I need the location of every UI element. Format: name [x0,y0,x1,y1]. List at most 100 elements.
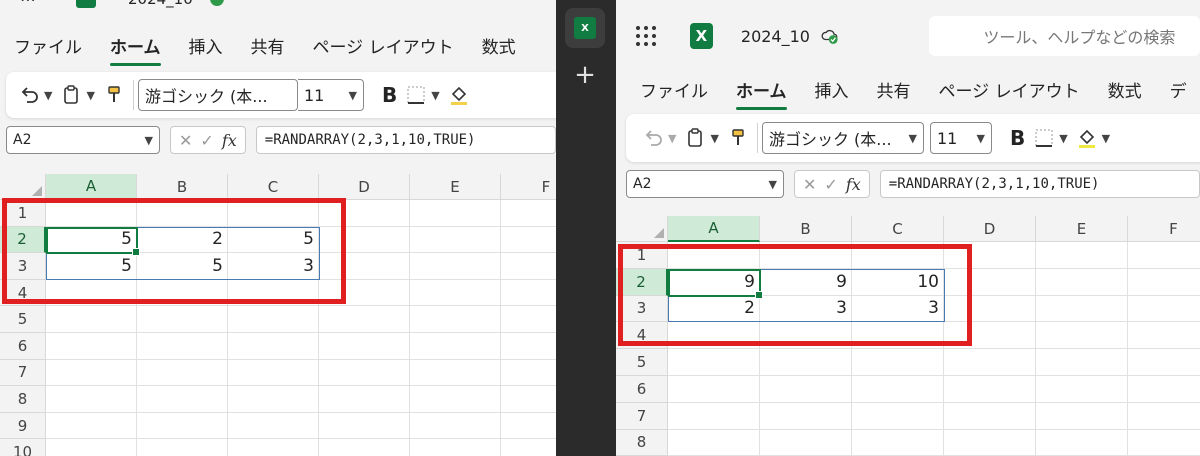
tab-1[interactable]: ホーム [722,77,801,110]
cell-a6[interactable] [668,376,760,403]
cell-d2[interactable] [944,268,1036,296]
left-font-name-select[interactable]: 游ゴシック (本... [137,79,298,111]
cell-c8[interactable] [228,386,319,413]
cancel-icon[interactable]: ✕ [803,175,816,194]
cell-d8[interactable] [944,429,1036,456]
row-header-7[interactable]: 7 [616,402,668,430]
cell-c9[interactable] [228,412,319,440]
cell-d7[interactable] [319,359,410,387]
right-font-size-select[interactable]: 11 ▼ [929,122,992,154]
cell-e4[interactable] [410,279,501,307]
cell-d7[interactable] [944,402,1036,430]
cell-f7[interactable] [1128,402,1200,430]
cell-b4[interactable] [137,279,228,307]
row-header-1[interactable]: 1 [616,242,668,269]
cell-a3[interactable]: 5 [46,253,137,280]
cell-e7[interactable] [410,359,501,387]
cell-c1[interactable] [852,242,944,269]
cell-a1[interactable] [668,242,760,269]
cell-d5[interactable] [944,349,1036,376]
cell-d6[interactable] [944,376,1036,403]
cell-d6[interactable] [319,333,410,360]
row-header-10[interactable]: 10 [0,439,46,456]
row-header-4[interactable]: 4 [616,322,668,350]
cell-b8[interactable] [760,429,852,456]
cell-e5[interactable] [1036,349,1128,376]
cell-b5[interactable] [137,306,228,333]
cell-c3[interactable]: 3 [852,295,944,323]
right-undo-button[interactable]: ▼ [638,121,680,155]
cell-e4[interactable] [1036,322,1128,350]
cell-f5[interactable] [1128,349,1200,376]
cell-c6[interactable] [852,376,944,403]
column-header-b[interactable]: B [137,174,228,200]
cell-c4[interactable] [228,279,319,307]
column-header-d[interactable]: D [319,174,410,200]
column-header-d[interactable]: D [944,216,1036,242]
row-header-8[interactable]: 8 [616,429,668,456]
right-formula-input[interactable]: =RANDARRAY(2,3,1,10,TRUE) [879,170,1200,198]
cell-a8[interactable] [668,429,760,456]
cell-b2[interactable]: 9 [760,268,852,296]
cancel-icon[interactable]: ✕ [179,131,192,150]
cell-f9[interactable] [501,412,556,440]
column-header-f[interactable]: F [1128,216,1200,242]
right-name-box[interactable]: A2 ▼ [626,170,784,198]
left-fill-color-button[interactable] [444,78,474,112]
cell-e9[interactable] [410,412,501,440]
right-font-name-select[interactable]: 游ゴシック (本... ▼ [761,122,924,154]
cell-a2[interactable]: 5 [46,226,137,254]
confirm-icon[interactable]: ✓ [824,175,837,194]
cell-d1[interactable] [319,200,410,227]
cell-f4[interactable] [501,279,556,307]
cell-e8[interactable] [1036,429,1128,456]
cell-b9[interactable] [137,412,228,440]
cell-c7[interactable] [228,359,319,387]
row-header-2[interactable]: 2 [0,226,46,254]
column-header-c[interactable]: C [852,216,944,242]
row-header-5[interactable]: 5 [0,306,46,333]
cell-b7[interactable] [137,359,228,387]
confirm-icon[interactable]: ✓ [200,131,213,150]
row-header-7[interactable]: 7 [0,359,46,387]
cell-d3[interactable] [944,295,1036,323]
cell-c6[interactable] [228,333,319,360]
cell-c7[interactable] [852,402,944,430]
cell-c5[interactable] [228,306,319,333]
cell-c5[interactable] [852,349,944,376]
left-format-painter-button[interactable] [99,78,129,112]
cell-c8[interactable] [852,429,944,456]
cell-a4[interactable] [46,279,137,307]
row-header-1[interactable]: 1 [0,200,46,227]
cell-e10[interactable] [410,439,501,456]
left-font-size-select[interactable]: 11 ▼ [297,79,364,111]
cell-c3[interactable]: 3 [228,253,319,280]
cell-d4[interactable] [944,322,1036,350]
cell-d8[interactable] [319,386,410,413]
column-header-a[interactable]: A [668,216,760,242]
tab-3[interactable]: 共有 [237,33,299,58]
right-borders-button[interactable]: ▼ [1029,121,1071,155]
left-borders-button[interactable]: ▼ [401,78,443,112]
cell-c4[interactable] [852,322,944,350]
column-header-c[interactable]: C [228,174,319,200]
cell-e5[interactable] [410,306,501,333]
cell-a4[interactable] [668,322,760,350]
row-header-5[interactable]: 5 [616,349,668,376]
cell-c2[interactable]: 10 [852,268,944,296]
tab-3[interactable]: 共有 [863,77,925,102]
right-fill-color-button[interactable]: ▼ [1072,121,1114,155]
cell-f4[interactable] [1128,322,1200,350]
row-header-3[interactable]: 3 [616,295,668,323]
cell-b6[interactable] [760,376,852,403]
tab-4[interactable]: ページ レイアウト [925,77,1094,102]
cell-f3[interactable] [1128,295,1200,323]
left-paste-button[interactable]: ▼ [56,78,98,112]
insert-function-icon[interactable]: fx [846,175,861,194]
cell-e6[interactable] [410,333,501,360]
tab-2[interactable]: 挿入 [801,77,863,102]
tab-2[interactable]: 挿入 [175,33,237,58]
cell-c2[interactable]: 5 [228,226,319,254]
cell-a7[interactable] [668,402,760,430]
cell-e2[interactable] [1036,268,1128,296]
